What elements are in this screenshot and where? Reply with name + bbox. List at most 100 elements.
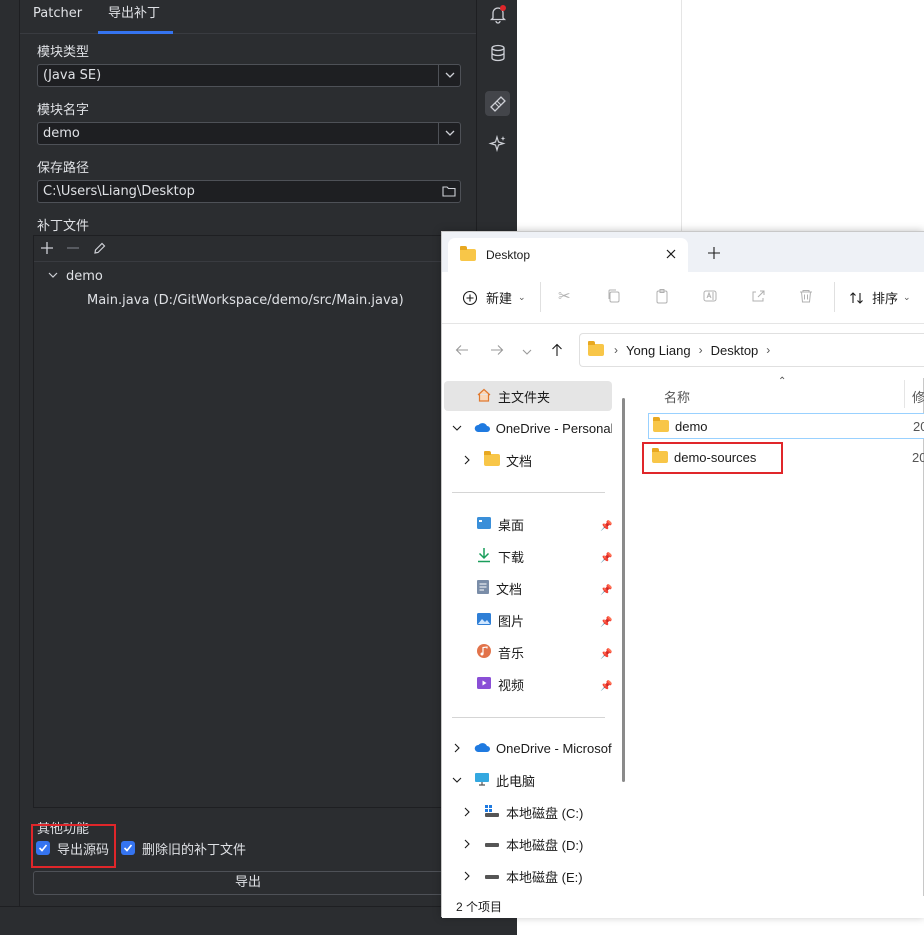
recent-chevron-icon[interactable] — [522, 345, 532, 360]
highlight-box-demo-sources — [642, 442, 783, 474]
column-header-name[interactable]: 名称 — [664, 387, 690, 406]
breadcrumb-desktop[interactable]: Desktop — [711, 343, 759, 358]
back-arrow-icon[interactable] — [455, 343, 469, 360]
folder-icon[interactable] — [438, 181, 460, 202]
module-type-select[interactable]: (Java SE) — [37, 64, 461, 87]
tab-patcher[interactable]: Patcher — [33, 0, 82, 34]
nav-videos-label: 视频 — [498, 677, 525, 693]
column-header-modified[interactable]: 修 — [912, 387, 924, 406]
nav-item-documents[interactable]: 文档 — [444, 573, 612, 603]
nav-item-drive-d[interactable]: 本地磁盘 (D:) — [444, 829, 612, 859]
ai-assistant-icon[interactable] — [485, 131, 510, 156]
breadcrumb-separator-icon: › — [698, 343, 703, 357]
module-type-label: 模块类型 — [37, 45, 90, 60]
tree-node-demo[interactable]: demo — [48, 269, 103, 284]
download-icon — [476, 547, 492, 566]
folder-icon — [484, 451, 500, 466]
column-divider[interactable] — [904, 380, 905, 408]
chevron-down-icon[interactable] — [438, 123, 460, 144]
chevron-right-icon[interactable] — [452, 741, 474, 756]
chevron-down-icon[interactable] — [438, 65, 460, 86]
nav-item-videos[interactable]: 视频 — [444, 669, 612, 699]
address-bar[interactable]: › Yong Liang › Desktop › — [579, 333, 924, 367]
nav-item-docs-sub[interactable]: 文档 — [444, 445, 612, 475]
remove-icon[interactable] — [66, 238, 80, 262]
share-icon[interactable] — [750, 288, 766, 307]
chevron-right-icon[interactable] — [462, 837, 484, 852]
paste-icon[interactable] — [654, 288, 670, 307]
new-label: 新建 — [486, 291, 513, 306]
database-icon[interactable] — [485, 40, 510, 65]
new-tab-icon[interactable] — [708, 247, 720, 262]
rename-icon[interactable] — [702, 288, 718, 307]
save-path-value: C:\Users\Liang\Desktop — [43, 184, 195, 199]
file-name: demo — [675, 418, 708, 434]
nav-item-home[interactable]: 主文件夹 — [444, 381, 612, 411]
chevron-down-icon[interactable] — [48, 270, 66, 283]
tree-node-main-java[interactable]: Main.java (D:/GitWorkspace/demo/src/Main… — [87, 293, 404, 308]
drive-icon — [484, 804, 500, 821]
nav-item-drive-e[interactable]: 本地磁盘 (E:) — [444, 861, 612, 891]
close-icon[interactable] — [666, 247, 676, 262]
nav-item-this-pc[interactable]: 此电脑 — [444, 765, 612, 795]
edit-icon[interactable] — [92, 238, 106, 262]
home-icon — [476, 387, 492, 406]
copy-icon[interactable] — [606, 288, 622, 307]
nav-item-desktop[interactable]: 桌面 — [444, 509, 612, 539]
chevron-down-icon: ⌄ — [903, 292, 911, 302]
delete-old-checkbox[interactable]: 删除旧的补丁文件 — [121, 840, 247, 858]
nav-item-onedrive-microsoft[interactable]: OneDrive - Microsof — [444, 733, 612, 763]
cut-icon[interactable]: ✂ — [558, 287, 571, 305]
delete-icon[interactable] — [798, 288, 814, 307]
folder-icon — [653, 417, 669, 432]
sort-button[interactable]: 排序 ⌄ — [849, 288, 911, 307]
module-name-select[interactable]: demo — [37, 122, 461, 145]
up-arrow-icon[interactable] — [550, 343, 564, 360]
nav-item-drive-c[interactable]: 本地磁盘 (C:) — [444, 797, 612, 827]
nav-item-downloads[interactable]: 下载 — [444, 541, 612, 571]
sort-icon — [850, 291, 863, 304]
file-list: ⌃ 名称 修 demo 20 demo-sources 20 — [634, 376, 924, 898]
chevron-right-icon[interactable] — [462, 453, 484, 468]
sort-ascending-icon: ⌃ — [778, 376, 787, 387]
chevron-down-icon[interactable] — [452, 773, 474, 788]
chevron-down-icon[interactable] — [452, 421, 474, 436]
toolbar-divider — [540, 282, 541, 312]
pin-icon: 📌 — [600, 649, 613, 660]
drive-icon — [484, 836, 500, 853]
nav-drive-c-label: 本地磁盘 (C:) — [506, 805, 584, 821]
nav-item-music[interactable]: 音乐 — [444, 637, 612, 667]
new-button[interactable]: 新建 ⌄ — [462, 288, 526, 307]
tab-desktop[interactable]: Desktop — [448, 238, 688, 272]
nav-music-label: 音乐 — [498, 645, 525, 661]
computer-icon — [474, 772, 490, 789]
patcher-icon[interactable] — [485, 91, 510, 116]
module-type-value: (Java SE) — [43, 68, 102, 83]
notifications-icon[interactable] — [485, 1, 510, 26]
chevron-right-icon[interactable] — [462, 805, 484, 820]
drive-icon — [484, 868, 500, 885]
highlight-box-export-source — [31, 824, 116, 868]
tree-node-demo-label: demo — [66, 269, 103, 284]
delete-old-label: 删除旧的补丁文件 — [142, 842, 247, 858]
tab-export-patch[interactable]: 导出补丁 — [98, 0, 173, 34]
pin-icon: 📌 — [600, 521, 613, 532]
nav-item-pictures[interactable]: 图片 — [444, 605, 612, 635]
export-button[interactable]: 导出 — [33, 871, 463, 895]
music-icon — [476, 643, 492, 662]
nav-item-onedrive-personal[interactable]: OneDrive - Personal — [444, 413, 612, 443]
forward-arrow-icon[interactable] — [490, 343, 504, 360]
plus-circle-icon — [462, 290, 478, 305]
breadcrumb-yong-liang[interactable]: Yong Liang — [626, 343, 691, 358]
tab-desktop-title: Desktop — [486, 248, 531, 262]
save-path-field[interactable]: C:\Users\Liang\Desktop — [37, 180, 461, 203]
nav-scrollbar[interactable] — [622, 398, 625, 782]
divider — [681, 0, 682, 232]
chevron-right-icon[interactable] — [462, 869, 484, 884]
file-row-demo[interactable]: demo 20 — [648, 413, 924, 439]
file-date: 20 — [912, 449, 924, 465]
add-icon[interactable] — [40, 238, 54, 262]
pin-icon: 📌 — [600, 617, 613, 628]
background-editor — [517, 0, 924, 232]
nav-onedrive-ms-label: OneDrive - Microsof — [496, 740, 612, 756]
